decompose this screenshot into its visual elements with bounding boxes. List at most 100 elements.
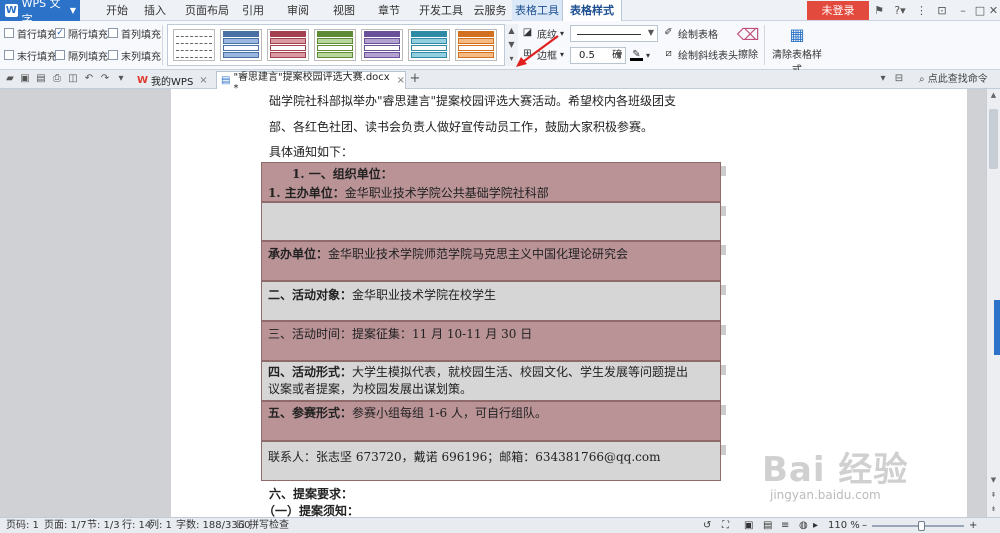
tab-view[interactable]: 视图 [326,0,362,21]
tab-table-tools[interactable]: 表格工具 [512,0,562,21]
close-icon[interactable]: × [397,75,405,86]
table-style-swatch[interactable] [173,29,215,61]
gallery-up-icon[interactable]: ▲ [505,24,518,38]
tab-page-layout[interactable]: 页面布局 [179,0,235,21]
status-pages[interactable]: 页面: 1/7 [44,520,87,532]
draw-diagonal-header-button[interactable]: ⧄ 绘制斜线表头 [662,46,738,62]
checkbox-alt-col-fill[interactable]: 隔列填充 [55,48,108,63]
checkbox-box[interactable] [4,28,14,38]
tab-home[interactable]: 开始 [97,0,137,21]
restore-window-icon[interactable]: ⊡ [935,2,949,19]
open-folder-icon[interactable]: ▰ [3,72,17,86]
checkbox-first-col-fill[interactable]: 首列填充 [108,26,161,41]
scroll-down-icon[interactable]: ▼ [987,474,1000,486]
table-style-swatch[interactable] [455,29,497,61]
prev-page-icon[interactable]: ⇞ [987,489,1000,501]
table-style-swatch[interactable] [361,29,403,61]
checkbox-first-row-fill[interactable]: 首行填充 [4,26,57,41]
cell-label: 五、参赛形式： [268,406,353,420]
gallery-scroll[interactable]: ▲ ▼ ▾ [504,24,518,66]
print-icon[interactable]: ⎙ [50,72,64,86]
zoom-slider-knob[interactable] [918,521,925,531]
new-tab-plus-icon[interactable]: + [408,72,422,86]
scroll-thumb[interactable] [989,109,998,169]
table-row[interactable]: 1. 一、组织单位： 1. 主办单位：金华职业技术学院公共基础学院社科部 [261,162,721,202]
view-more-icon[interactable]: ▸ [813,520,818,532]
border-button[interactable]: ⊞ 边框 ▾ [521,46,564,62]
tab-developer[interactable]: 开发工具 [413,0,469,21]
clear-table-style-button[interactable]: ▦ 清除表格样式 [768,24,826,76]
line-width-select[interactable]: 0.5 磅 ▼ [570,47,626,64]
table-style-swatch[interactable] [408,29,450,61]
erase-button[interactable]: ⌫ 擦除 [734,24,762,61]
gallery-expand-icon[interactable]: ▾ [505,52,518,66]
view-fullscreen-icon[interactable]: ⛶ [722,520,729,532]
tab-references[interactable]: 引用 [236,0,270,21]
next-page-icon[interactable]: ⇟ [987,503,1000,515]
draw-table-button[interactable]: ✐ 绘制表格 [662,25,718,41]
table-row[interactable]: 三、活动时间：提案征集：11 月 10-11 月 30 日 [261,321,721,361]
checkbox-box[interactable] [108,50,118,60]
scroll-up-icon[interactable]: ▲ [987,89,1000,101]
more-icon[interactable]: ⋮ [916,2,927,19]
view-read-icon[interactable]: ▤ [763,520,772,532]
checkbox-box[interactable] [108,28,118,38]
table-row[interactable] [261,202,721,241]
tab-table-style[interactable]: 表格样式 [562,0,622,22]
export-pdf-icon[interactable]: ▤ [34,72,48,86]
tab-chapter[interactable]: 章节 [371,0,407,21]
tab-list-icon[interactable]: ▾ [876,72,890,86]
table-row[interactable]: 二、活动对象：金华职业技术学院在校学生 [261,281,721,321]
redo-icon[interactable]: ↷ [98,72,112,86]
line-color-button[interactable]: ✎ ▾ [630,47,650,63]
checkbox-last-col-fill[interactable]: 末列填充 [108,48,161,63]
view-outline-icon[interactable]: ≡ [781,520,789,532]
command-search[interactable]: ⌕ 点此查找命令 [919,72,999,87]
zoom-out-icon[interactable]: – [862,520,867,532]
checkbox-icon[interactable]: ☐ [236,520,245,532]
table-row[interactable]: 承办单位：金华职业技术学院师范学院马克思主义中国化理论研究会 [261,241,721,281]
table-style-swatch[interactable] [220,29,262,61]
checkbox-alt-row-fill[interactable]: ✓ 隔行填充 [55,26,108,41]
close-icon[interactable]: × [199,75,207,86]
zoom-in-icon[interactable]: + [969,520,977,532]
checkbox-box-checked[interactable]: ✓ [55,28,65,38]
side-panel-handle[interactable] [994,300,1000,355]
gallery-down-icon[interactable]: ▼ [505,38,518,52]
tab-insert[interactable]: 插入 [137,0,173,21]
save-icon[interactable]: ▣ [18,72,32,86]
tab-my-wps[interactable]: W 我的WPS × [133,71,213,89]
zoom-level[interactable]: 110 % [828,520,860,532]
checkbox-box[interactable] [4,50,14,60]
maximize-icon[interactable]: □ [973,2,987,19]
print-preview-icon[interactable]: ◫ [66,72,80,86]
checkbox-last-row-fill[interactable]: 末行填充 [4,48,57,63]
swatch-row [317,38,353,44]
view-web-icon[interactable]: ◍ [799,520,808,532]
table-row[interactable]: 联系人：张志坚 673720，戴诺 696196；邮箱：634381766@qq… [261,441,721,481]
checkbox-label: 末列填充 [121,51,161,63]
table-style-swatch[interactable] [267,29,309,61]
help-icon[interactable]: ?▾ [887,2,913,19]
close-icon[interactable]: ✕ [987,2,1000,19]
swatch-row [176,45,212,51]
split-view-icon[interactable]: ⊟ [892,72,906,86]
history-icon[interactable]: ↺ [703,520,711,532]
table-style-swatch[interactable] [314,29,356,61]
table-row[interactable]: 五、参赛形式：参赛小组每组 1-6 人，可自行组队。 [261,401,721,441]
shading-button[interactable]: ◪ 底纹 ▾ [521,25,564,41]
line-style-select[interactable]: ▼ [570,25,658,42]
checkbox-box[interactable] [55,50,65,60]
tab-review[interactable]: 审阅 [280,0,316,21]
undo-icon[interactable]: ↶ [82,72,96,86]
tab-document[interactable]: ▤ "睿思建言"提案校园评选大赛.docx * × [216,71,406,94]
view-page-icon[interactable]: ▣ [744,520,753,532]
minimize-icon[interactable]: – [956,2,970,19]
wps-app-menu-button[interactable]: W WPS 文字 ▼ [0,0,80,26]
status-spellcheck[interactable]: 拼写检查 [249,520,289,532]
shirt-icon[interactable]: ⚑ [872,2,886,19]
table-row[interactable]: 四、活动形式：大学生模拟代表，就校园生活、校园文化、学生发展等问题提出 议案或者… [261,361,721,401]
more-chevron-icon[interactable]: ▾ [114,72,128,86]
login-button[interactable]: 未登录 [807,1,869,20]
tab-cloud[interactable]: 云服务 [470,0,510,21]
